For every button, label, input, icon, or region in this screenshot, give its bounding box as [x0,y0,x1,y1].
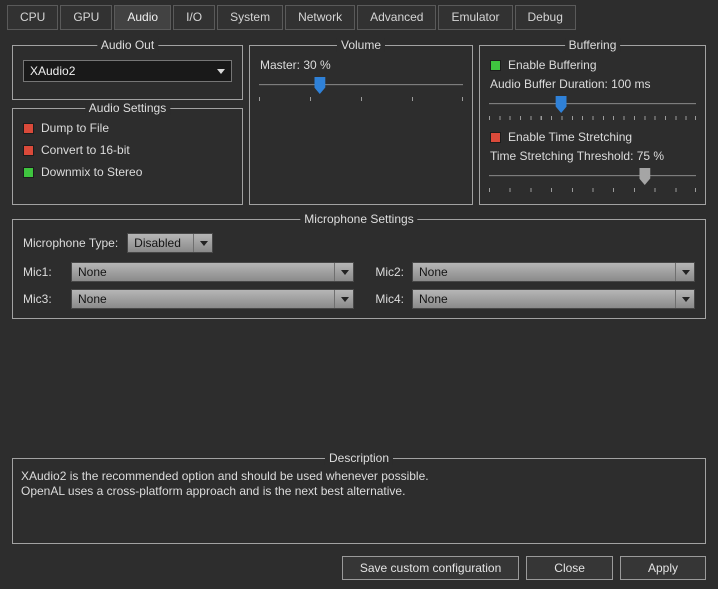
audio-out-group: Audio Out XAudio2 [12,38,243,100]
enable-buffering-checkbox[interactable] [490,59,501,71]
enable-time-stretching-checkbox[interactable] [490,131,501,143]
microphone-settings-group: Microphone Settings Microphone Type: Dis… [12,212,706,319]
enable-buffering-label: Enable Buffering [508,58,597,72]
audio-buffer-duration-label: Audio Buffer Duration: 100 ms [490,77,651,91]
enable-buffering-option[interactable]: Enable Buffering [490,58,695,72]
audio-out-combo-arrow[interactable] [210,61,225,81]
settings-tab-bar: CPU GPU Audio I/O System Network Advance… [0,0,718,30]
description-line-2: OpenAL uses a cross-platform approach an… [21,484,406,498]
microphone-type-value: Disabled [134,236,181,250]
master-volume-slider-handle[interactable] [314,77,326,94]
mic1-combo[interactable]: None [71,262,354,282]
convert-16bit-checkbox[interactable] [23,144,34,156]
tab-io[interactable]: I/O [173,5,216,30]
audio-out-selected-value: XAudio2 [30,64,76,78]
tab-emulator[interactable]: Emulator [438,5,513,30]
tab-cpu[interactable]: CPU [7,5,59,30]
dump-to-file-option[interactable]: Dump to File [23,121,232,135]
mic2-label: Mic2: [375,265,404,279]
mic3-combo[interactable]: None [71,289,354,309]
mic4-value: None [419,292,448,306]
chevron-down-icon [200,240,209,246]
master-volume-slider[interactable] [258,76,464,102]
tab-advanced[interactable]: Advanced [357,5,437,30]
audio-settings-group: Audio Settings Dump to File Convert to 1… [12,101,243,205]
mic1-value: None [78,265,107,279]
microphone-type-label: Microphone Type: [23,236,119,250]
description-line-1: XAudio2 is the recommended option and sh… [21,469,429,483]
enable-time-stretching-label: Enable Time Stretching [508,130,633,144]
microphone-type-combo[interactable]: Disabled [127,233,214,253]
time-stretching-threshold-slider-handle[interactable] [639,168,651,185]
master-volume-label: Master: 30 % [260,58,331,72]
convert-16bit-label: Convert to 16-bit [41,143,130,157]
master-volume-slider-ticks [259,97,463,101]
dump-to-file-checkbox[interactable] [23,122,34,134]
close-button[interactable]: Close [526,556,613,580]
downmix-stereo-checkbox[interactable] [23,166,34,178]
audio-buffer-duration-slider-handle[interactable] [555,96,567,113]
description-group: Description XAudio2 is the recommended o… [12,451,706,544]
audio-buffer-duration-slider-ticks [489,116,696,120]
downmix-stereo-label: Downmix to Stereo [41,165,143,179]
buffering-group-title: Buffering [564,38,621,52]
buffering-group: Buffering Enable Buffering Audio Buffer … [479,38,706,205]
chevron-down-icon [682,296,690,302]
dialog-button-row: Save custom configuration Close Apply [12,556,706,580]
master-volume-slider-groove[interactable] [259,84,463,86]
time-stretching-threshold-slider-groove[interactable] [489,175,696,177]
mic2-value: None [419,265,448,279]
volume-group-title: Volume [336,38,386,52]
tab-network[interactable]: Network [285,5,356,30]
mic4-combo[interactable]: None [412,289,695,309]
enable-time-stretching-option[interactable]: Enable Time Stretching [490,130,695,144]
mic3-value: None [78,292,107,306]
audio-out-combo[interactable]: XAudio2 [23,60,232,82]
audio-out-group-title: Audio Out [96,38,159,52]
mic2-combo-arrow[interactable] [675,263,690,281]
audio-buffer-duration-slider-groove[interactable] [489,103,696,105]
tab-gpu[interactable]: GPU [60,5,113,30]
tab-audio[interactable]: Audio [114,5,172,30]
mic4-label: Mic4: [375,292,404,306]
description-group-title: Description [324,451,394,465]
time-stretching-threshold-slider[interactable] [488,167,697,193]
audio-settings-group-title: Audio Settings [84,101,171,115]
microphone-type-combo-arrow[interactable] [193,234,209,252]
tab-system[interactable]: System [217,5,284,30]
apply-button[interactable]: Apply [619,556,706,580]
mic1-label: Mic1: [23,265,52,279]
convert-16bit-option[interactable]: Convert to 16-bit [23,143,232,157]
downmix-stereo-option[interactable]: Downmix to Stereo [23,165,232,179]
mic3-label: Mic3: [23,292,52,306]
tab-debug[interactable]: Debug [514,5,576,30]
microphone-settings-group-title: Microphone Settings [300,212,418,226]
dump-to-file-label: Dump to File [41,121,110,135]
mic3-combo-arrow[interactable] [334,290,349,308]
chevron-down-icon [217,68,225,74]
mic1-combo-arrow[interactable] [334,263,349,281]
chevron-down-icon [682,269,690,275]
time-stretching-threshold-slider-ticks [489,188,696,192]
chevron-down-icon [341,269,349,275]
mic4-combo-arrow[interactable] [675,290,690,308]
volume-group: Volume Master: 30 % [249,38,473,205]
mic2-combo[interactable]: None [412,262,695,282]
time-stretching-threshold-label: Time Stretching Threshold: 75 % [490,149,665,163]
chevron-down-icon [341,296,349,302]
save-custom-configuration-button[interactable]: Save custom configuration [341,556,520,580]
audio-buffer-duration-slider[interactable] [488,95,697,121]
